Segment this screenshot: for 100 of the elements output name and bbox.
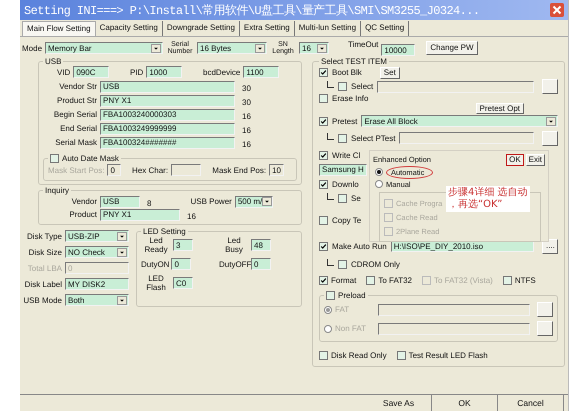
text-field[interactable]: [171, 164, 202, 176]
field-label: Serial Mask: [54, 138, 97, 147]
checkbox[interactable]: [366, 276, 376, 284]
checkbox[interactable]: [319, 242, 328, 250]
checkbox-label: Erase Info: [332, 94, 368, 103]
checkbox[interactable]: [384, 212, 393, 222]
serial-number-dropdown[interactable]: 16 Bytes: [197, 42, 268, 54]
field-label: DutyON: [141, 260, 170, 268]
usb-power-dropdown[interactable]: 500 m/: [234, 196, 273, 208]
checkbox-label: Disk Read Only: [331, 350, 387, 360]
length-text: 16: [242, 112, 251, 121]
checkbox[interactable]: [319, 94, 328, 103]
tab[interactable]: Capacity Setting: [96, 21, 163, 36]
checkbox[interactable]: [319, 68, 328, 77]
checkbox-label: Make Auto Run: [332, 242, 387, 250]
checkbox-label: Write Cl: [332, 150, 360, 160]
text-field[interactable]: C0: [173, 277, 193, 289]
length-text: 30: [242, 98, 251, 107]
id-field[interactable]: 1000: [146, 66, 182, 78]
browse-button[interactable]: [537, 321, 553, 336]
text-field[interactable]: MY DISK2: [65, 278, 129, 290]
field-label: Mask Start Pos:: [48, 166, 104, 174]
tab[interactable]: QC Setting: [361, 21, 410, 36]
dropdown[interactable]: Samsung H: [319, 164, 367, 176]
ok-button[interactable]: OK: [506, 154, 524, 166]
checkbox[interactable]: [384, 226, 393, 236]
checkbox-label: Se: [351, 194, 361, 202]
dropdown[interactable]: NO Check: [65, 246, 129, 258]
radio-button[interactable]: [375, 168, 383, 176]
checkbox[interactable]: [319, 180, 328, 188]
product-field[interactable]: PNY X1: [100, 208, 180, 220]
dropdown[interactable]: USB-ZIP: [65, 230, 129, 242]
caret-icon: [262, 197, 272, 206]
checkbox[interactable]: [338, 260, 347, 268]
checkbox-label: Pretest: [332, 116, 358, 126]
text-field[interactable]: FBA100324#######: [100, 136, 235, 148]
checkbox[interactable]: [396, 350, 406, 360]
checkbox-label: Test Result LED Flash: [408, 350, 488, 360]
radio-button[interactable]: [324, 324, 332, 332]
field-label: Product Str: [56, 96, 97, 105]
text-field[interactable]: FBA1003249999999: [100, 122, 235, 134]
branch-icon: [327, 81, 334, 88]
caret-icon: [151, 44, 162, 52]
tab[interactable]: Multi-lun Setting: [294, 21, 362, 36]
pretest-dropdown[interactable]: Erase All Block: [361, 115, 558, 127]
checkbox-label: Format: [331, 276, 356, 284]
change-pw-button[interactable]: Change PW: [426, 41, 478, 55]
text-field[interactable]: 0: [251, 258, 271, 270]
branch-icon: [327, 132, 334, 140]
browse-button[interactable]: [542, 79, 558, 94]
checkbox[interactable]: [319, 216, 328, 224]
text-field[interactable]: 3: [173, 239, 193, 251]
checkbox[interactable]: [50, 154, 59, 163]
text-field[interactable]: 48: [251, 239, 271, 251]
field-label: PID: [130, 68, 144, 76]
field-label: Mask End Pos:: [212, 166, 266, 174]
text-field[interactable]: PNY X1: [100, 94, 235, 106]
set-button[interactable]: Set: [380, 66, 400, 78]
tab[interactable]: Extra Setting: [240, 21, 295, 36]
dialog-button[interactable]: OK: [432, 395, 498, 411]
field-label: Mode: [22, 44, 42, 52]
close-icon[interactable]: [550, 3, 564, 17]
id-field[interactable]: 090C: [73, 66, 109, 78]
dropdown[interactable]: Both: [65, 294, 129, 306]
checkbox[interactable]: [326, 291, 335, 300]
radio-label: Non FAT: [335, 324, 367, 333]
text-field[interactable]: 10: [269, 164, 284, 176]
text-field[interactable]: USB: [100, 80, 235, 92]
tab[interactable]: Main Flow Setting: [22, 21, 96, 36]
caret-icon: [117, 232, 127, 240]
sn-length-dropdown[interactable]: 16: [299, 42, 330, 54]
path-field[interactable]: [378, 304, 530, 316]
browse-button[interactable]: [542, 130, 558, 146]
mode-dropdown[interactable]: Memory Bar: [45, 42, 164, 54]
pretest-opt-button[interactable]: Pretest Opt: [476, 103, 524, 114]
timeout-field[interactable]: 10000: [381, 44, 416, 56]
radio-button[interactable]: [375, 180, 383, 188]
path-field[interactable]: [378, 322, 530, 334]
radio-button[interactable]: [324, 306, 332, 314]
checkbox[interactable]: [319, 116, 328, 126]
text-field[interactable]: 0: [171, 258, 192, 270]
browse-button[interactable]: [537, 302, 553, 317]
path-field[interactable]: [377, 80, 534, 92]
checkbox[interactable]: [384, 198, 393, 208]
checkbox[interactable]: [319, 350, 328, 360]
checkbox[interactable]: [338, 194, 347, 202]
exit-button[interactable]: Exit: [526, 154, 545, 166]
dialog-button[interactable]: Cancel: [498, 395, 564, 411]
dialog-button[interactable]: Save As: [366, 395, 432, 411]
checkbox[interactable]: [502, 276, 512, 284]
field-label: TimeOut: [348, 40, 378, 49]
checkbox[interactable]: [338, 134, 347, 142]
checkbox[interactable]: [319, 276, 328, 284]
id-field[interactable]: 1100: [243, 66, 280, 78]
checkbox[interactable]: [319, 150, 328, 160]
tab[interactable]: Downgrade Setting: [162, 21, 240, 36]
vendor-field[interactable]: USB: [100, 196, 140, 208]
text-field[interactable]: FBA1003240000303: [100, 108, 235, 120]
checkbox[interactable]: [338, 82, 347, 91]
path-field[interactable]: [399, 132, 534, 144]
